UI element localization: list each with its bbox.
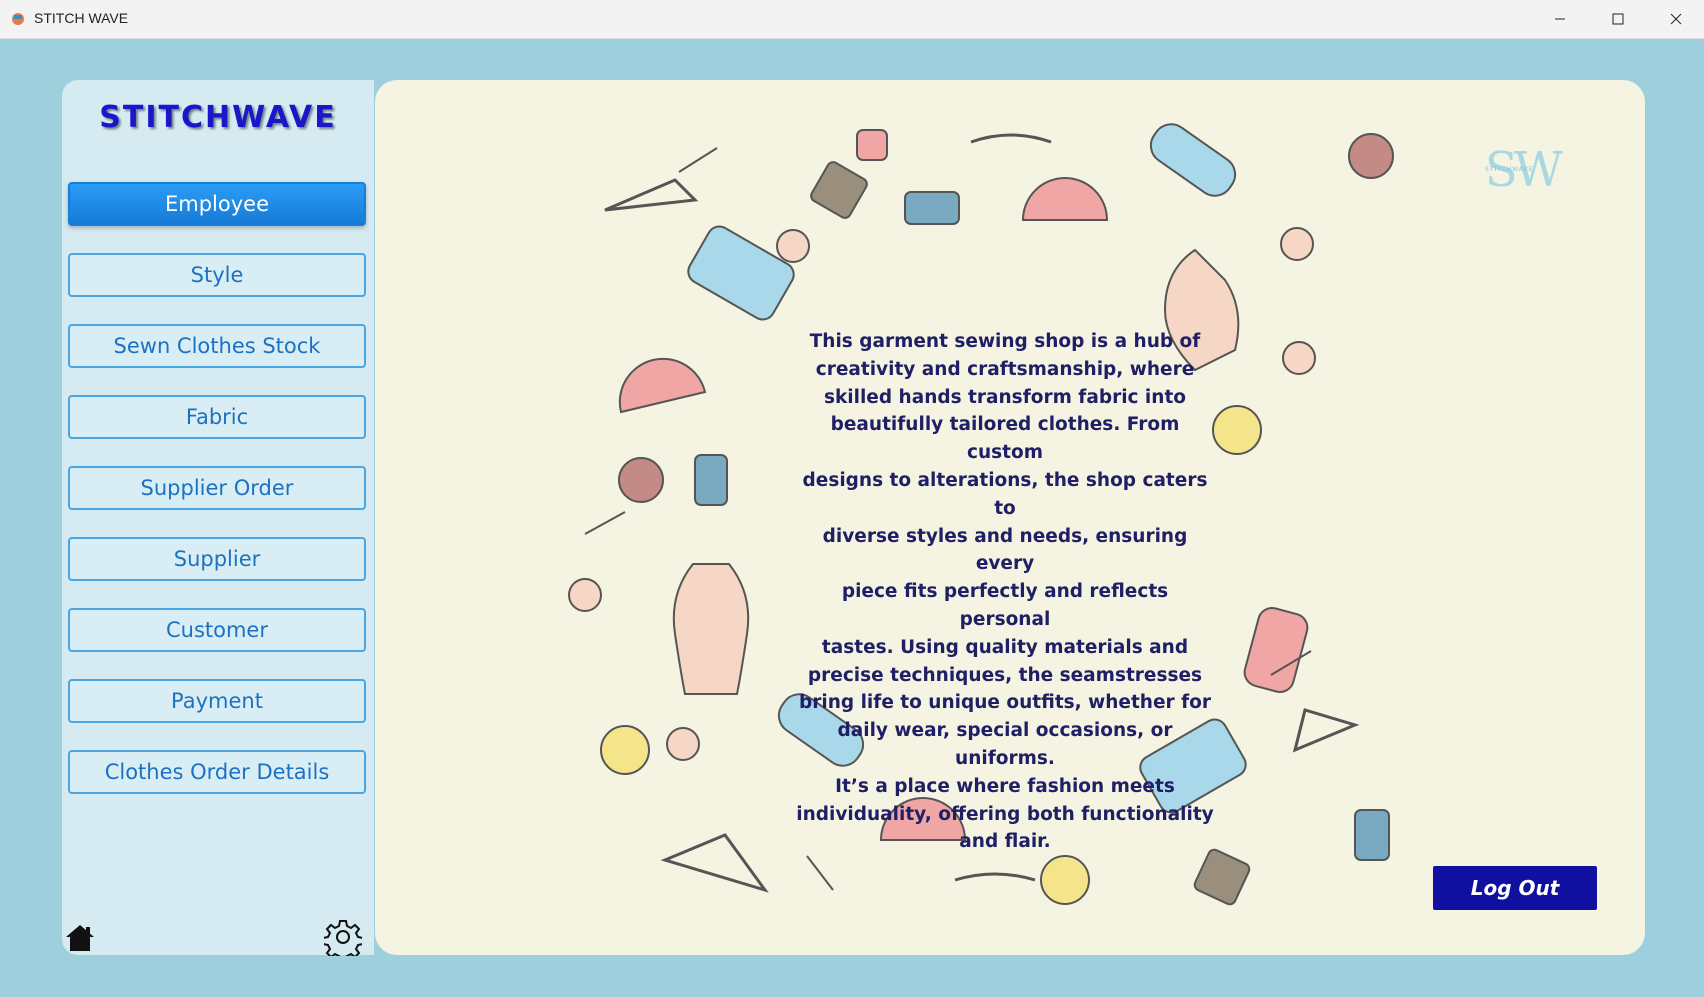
logo-text: STITCHWAVE xyxy=(1485,166,1534,173)
description-line: and flair. xyxy=(959,831,1051,853)
close-icon xyxy=(1670,13,1682,25)
main-panel: SW STITCHWAVE This garment sewing shop i… xyxy=(375,80,1645,955)
minimize-button[interactable] xyxy=(1532,0,1588,38)
description-line: precise techniques, the seamstresses xyxy=(807,664,1203,686)
description-line: diverse styles and needs, ensuring every xyxy=(822,525,1188,575)
shop-description: This garment sewing shop is a hub of cre… xyxy=(795,328,1215,856)
description-line: creativity and craftsmanship, where xyxy=(815,358,1195,380)
description-line: beautifully tailored clothes. From custo… xyxy=(830,414,1180,464)
nav-fabric-button[interactable]: Fabric xyxy=(68,395,366,439)
description-line: designs to alterations, the shop caters … xyxy=(802,469,1208,519)
nav-customer-button[interactable]: Customer xyxy=(68,608,366,652)
nav-supplier-order-button[interactable]: Supplier Order xyxy=(68,466,366,510)
nav-employee-button[interactable]: Employee xyxy=(68,182,366,226)
window-title: STITCH WAVE xyxy=(34,10,129,26)
fabric-roll-icon xyxy=(1243,607,1309,693)
description-line: It’s a place where fashion meets xyxy=(835,775,1175,797)
app-icon xyxy=(12,13,24,25)
description-line: piece fits perfectly and reflects person… xyxy=(841,581,1169,630)
nav-payment-button[interactable]: Payment xyxy=(68,679,366,723)
sidebar: STITCHWAVE Employee Style Sewn Clothes S… xyxy=(62,80,374,956)
description-line: individuality, offering both functionali… xyxy=(796,803,1214,825)
window-titlebar: STITCH WAVE xyxy=(0,0,1704,39)
brand-title: STITCHWAVE xyxy=(99,100,337,135)
nav-clothes-order-details-button[interactable]: Clothes Order Details xyxy=(68,750,366,794)
logout-button[interactable]: Log Out xyxy=(1433,866,1597,910)
nav-style-button[interactable]: Style xyxy=(68,253,366,297)
description-line: daily wear, special occasions, or unifor… xyxy=(837,720,1173,769)
gear-icon[interactable] xyxy=(324,918,362,956)
minimize-icon xyxy=(1555,18,1565,20)
description-line: skilled hands transform fabric into xyxy=(823,386,1187,408)
nav-supplier-button[interactable]: Supplier xyxy=(68,537,366,581)
description-line: This garment sewing shop is a hub of xyxy=(809,331,1201,352)
maximize-button[interactable] xyxy=(1590,0,1646,38)
maximize-icon xyxy=(1612,13,1624,25)
nav-sewn-clothes-stock-button[interactable]: Sewn Clothes Stock xyxy=(68,324,366,368)
home-icon[interactable] xyxy=(64,923,96,953)
description-line: bring life to unique outfits, whether fo… xyxy=(799,692,1211,714)
close-button[interactable] xyxy=(1648,0,1704,38)
description-line: tastes. Using quality materials and xyxy=(821,636,1189,658)
